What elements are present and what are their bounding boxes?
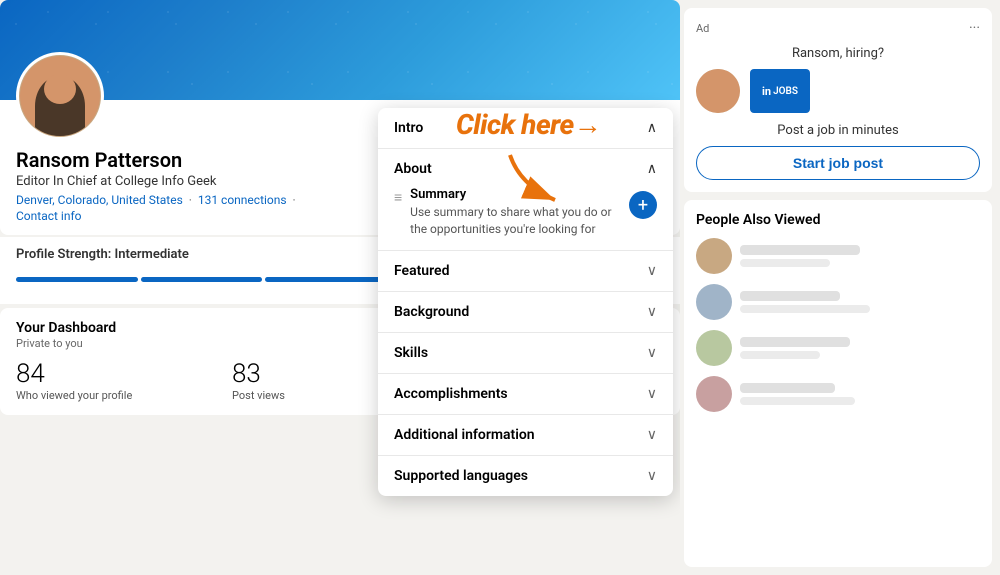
ad-label: Ad [696,22,709,35]
dropdown-item-languages[interactable]: Supported languages ∨ [378,456,673,496]
person-name [740,245,860,255]
ad-header: Ad ··· [696,20,980,36]
accomplishments-chevron-icon: ∨ [647,386,657,402]
languages-label: Supported languages [394,468,528,484]
list-item[interactable] [696,376,980,412]
person-title [740,397,855,405]
person-info [740,383,980,405]
avatar-face [20,56,100,136]
person-avatar [696,238,732,274]
list-item[interactable] [696,284,980,320]
featured-label: Featured [394,263,449,279]
intro-chevron-icon: ∧ [647,120,657,136]
seg-3 [265,277,387,282]
stat-label-views: Who viewed your profile [16,389,220,403]
summary-add-button[interactable]: + [629,191,657,219]
ad-content: in JOBS [696,69,980,113]
people-also-viewed-card: People Also Viewed [684,200,992,567]
about-label: About [394,161,432,177]
intro-label: Intro [394,120,423,136]
person-title [740,305,870,313]
dropdown-item-featured[interactable]: Featured ∨ [378,251,673,292]
person-info [740,291,980,313]
ad-avatar [696,69,740,113]
drag-handle-icon: ≡ [394,189,402,206]
ad-logo: in JOBS [750,69,810,113]
click-here-text: Click here [456,108,574,141]
person-avatar [696,330,732,366]
person-info [740,337,980,359]
ad-post-label: Post a job in minutes [696,123,980,138]
seg-1 [16,277,138,282]
click-here-annotation: Click here → [456,108,602,141]
about-chevron-icon: ∧ [647,161,657,177]
person-name [740,337,850,347]
avatar [16,52,104,140]
stat-number-views: 84 [16,360,220,389]
dropdown-item-skills[interactable]: Skills ∨ [378,333,673,374]
main-area: Ransom Patterson Editor In Chief at Coll… [0,0,680,575]
dropdown-item-background[interactable]: Background ∨ [378,292,673,333]
person-avatar [696,284,732,320]
list-item[interactable] [696,238,980,274]
background-chevron-icon: ∨ [647,304,657,320]
person-avatar [696,376,732,412]
seg-2 [141,277,263,282]
ad-card: Ad ··· Ransom, hiring? in JOBS Post a jo… [684,8,992,192]
skills-chevron-icon: ∨ [647,345,657,361]
ad-tagline: Ransom, hiring? [696,46,980,61]
dropdown-item-accomplishments[interactable]: Accomplishments ∨ [378,374,673,415]
start-job-post-button[interactable]: Start job post [696,146,980,180]
background-label: Background [394,304,469,320]
additional-label: Additional information [394,427,535,443]
arrow-annotation [500,145,580,219]
ad-more-icon[interactable]: ··· [969,20,980,36]
accomplishments-label: Accomplishments [394,386,508,402]
connections-link[interactable]: 131 connections [198,193,287,207]
people-also-viewed-title: People Also Viewed [696,212,980,228]
right-sidebar: Ad ··· Ransom, hiring? in JOBS Post a jo… [680,0,1000,575]
skills-label: Skills [394,345,428,361]
list-item[interactable] [696,330,980,366]
featured-chevron-icon: ∨ [647,263,657,279]
person-name [740,291,840,301]
person-title [740,351,820,359]
stat-profile-views[interactable]: 84 Who viewed your profile [16,360,232,403]
person-title [740,259,830,267]
person-info [740,245,980,267]
languages-chevron-icon: ∨ [647,468,657,484]
dropdown-item-additional[interactable]: Additional information ∨ [378,415,673,456]
additional-chevron-icon: ∨ [647,427,657,443]
annotation-arrow-icon: → [574,108,602,141]
person-name [740,383,835,393]
profile-banner [0,0,680,100]
